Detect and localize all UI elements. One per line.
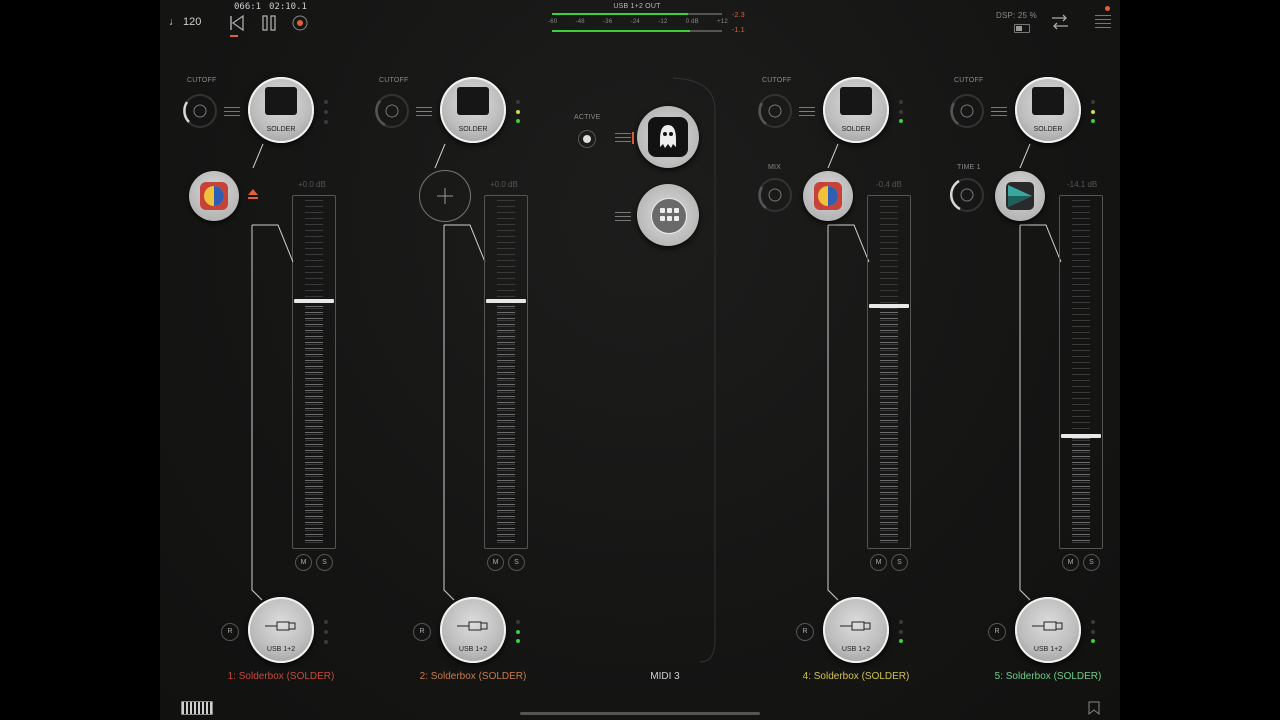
channel-name[interactable]: MIDI 3 — [595, 671, 735, 682]
source-label: SOLDER — [841, 126, 871, 133]
midi-menu-icon[interactable] — [615, 209, 631, 223]
add-effect-icon[interactable] — [419, 170, 471, 222]
channel-name[interactable]: 5: Solderbox (SOLDER) — [978, 671, 1118, 682]
solo-button[interactable]: S — [1083, 554, 1100, 571]
channel-name[interactable]: 4: Solderbox (SOLDER) — [786, 671, 926, 682]
activity-dot — [1091, 639, 1095, 643]
bookmark-icon[interactable] — [1088, 701, 1100, 716]
channel-name[interactable]: 2: Solderbox (SOLDER) — [403, 671, 543, 682]
activity-dot — [1091, 620, 1095, 624]
channel-menu-icon[interactable] — [991, 104, 1007, 118]
volume-fader[interactable] — [484, 195, 528, 549]
channel-menu-icon[interactable] — [416, 104, 432, 118]
fader-handle[interactable] — [1061, 434, 1101, 438]
volume-db-readout: +0.0 dB — [490, 180, 518, 189]
fader-level — [497, 300, 515, 544]
volume-db-readout: -14.1 dB — [1067, 180, 1098, 189]
mute-button[interactable]: M — [870, 554, 887, 571]
instrument-thumbnail — [457, 87, 489, 115]
keyboard-icon[interactable] — [181, 701, 213, 715]
fader-handle[interactable] — [869, 304, 909, 308]
activity-dot — [1091, 110, 1095, 114]
source-instrument-slot[interactable]: SOLDER — [1015, 77, 1081, 143]
fader-level — [880, 306, 898, 544]
grid-pads-icon — [651, 198, 687, 234]
volume-fader[interactable] — [867, 195, 911, 549]
source-instrument-slot[interactable]: SOLDER — [440, 77, 506, 143]
output-slot[interactable]: USB 1+2 — [823, 597, 889, 663]
activity-dot — [516, 639, 520, 643]
record-arm-button[interactable]: R — [988, 623, 1006, 641]
cutoff-knob[interactable] — [946, 91, 986, 131]
activity-dot — [1091, 119, 1095, 123]
usb-plug-icon — [1032, 621, 1063, 631]
midi-source-slot[interactable] — [637, 184, 699, 246]
scroll-indicator[interactable] — [520, 712, 760, 715]
effect-slot[interactable] — [803, 171, 853, 221]
activity-dot — [899, 620, 903, 624]
activity-dot — [516, 110, 520, 114]
volume-fader[interactable] — [1059, 195, 1103, 549]
cutoff-label: CUTOFF — [379, 77, 409, 84]
source-label: SOLDER — [1033, 126, 1063, 133]
instrument-thumbnail — [1032, 87, 1064, 115]
octopus-icon — [648, 117, 688, 157]
activity-dot — [516, 100, 520, 104]
output-label: USB 1+2 — [458, 646, 488, 653]
activity-dot — [899, 100, 903, 104]
mix-label: MIX — [768, 164, 782, 171]
activity-dot — [1091, 100, 1095, 104]
mixer-app: ♩ 120 066:1 02:10.1 USB 1+2 OUT -60 -48 … — [160, 0, 1120, 720]
activity-dot — [516, 119, 520, 123]
activity-dot — [516, 630, 520, 634]
mix-knob[interactable] — [754, 175, 794, 215]
source-instrument-slot[interactable]: SOLDER — [823, 77, 889, 143]
output-label: USB 1+2 — [841, 646, 871, 653]
solo-button[interactable]: S — [508, 554, 525, 571]
instrument-thumbnail — [840, 87, 872, 115]
mute-button[interactable]: M — [1062, 554, 1079, 571]
activity-dot — [1091, 630, 1095, 634]
source-label: SOLDER — [458, 126, 488, 133]
activity-dot — [899, 630, 903, 634]
record-arm-button[interactable]: R — [413, 623, 431, 641]
time-knob[interactable] — [946, 175, 986, 215]
active-toggle[interactable] — [578, 130, 596, 148]
record-arm-button[interactable]: R — [796, 623, 814, 641]
output-slot[interactable]: USB 1+2 — [1015, 597, 1081, 663]
cutoff-label: CUTOFF — [762, 77, 792, 84]
active-label: ACTIVE — [574, 114, 601, 121]
activity-dot — [899, 639, 903, 643]
time-label: TIME 1 — [957, 164, 981, 171]
output-slot[interactable]: USB 1+2 — [440, 597, 506, 663]
cutoff-label: CUTOFF — [954, 77, 984, 84]
volume-db-readout: -0.4 dB — [876, 180, 902, 189]
channel-menu-icon[interactable] — [799, 104, 815, 118]
activity-dot — [899, 110, 903, 114]
output-label: USB 1+2 — [1033, 646, 1063, 653]
activity-dot — [899, 119, 903, 123]
effect-slot[interactable] — [995, 171, 1045, 221]
cutoff-knob[interactable] — [371, 91, 411, 131]
cutoff-knob[interactable] — [754, 91, 794, 131]
usb-plug-icon — [840, 621, 871, 631]
activity-dot — [516, 620, 520, 624]
solo-button[interactable]: S — [891, 554, 908, 571]
fader-level — [1072, 438, 1090, 544]
midi-menu-icon[interactable] — [615, 130, 631, 144]
mute-button[interactable]: M — [487, 554, 504, 571]
midi-activity-indicator — [632, 132, 634, 144]
usb-plug-icon — [457, 621, 488, 631]
fader-handle[interactable] — [486, 299, 526, 303]
midi-processor-slot[interactable] — [637, 106, 699, 168]
